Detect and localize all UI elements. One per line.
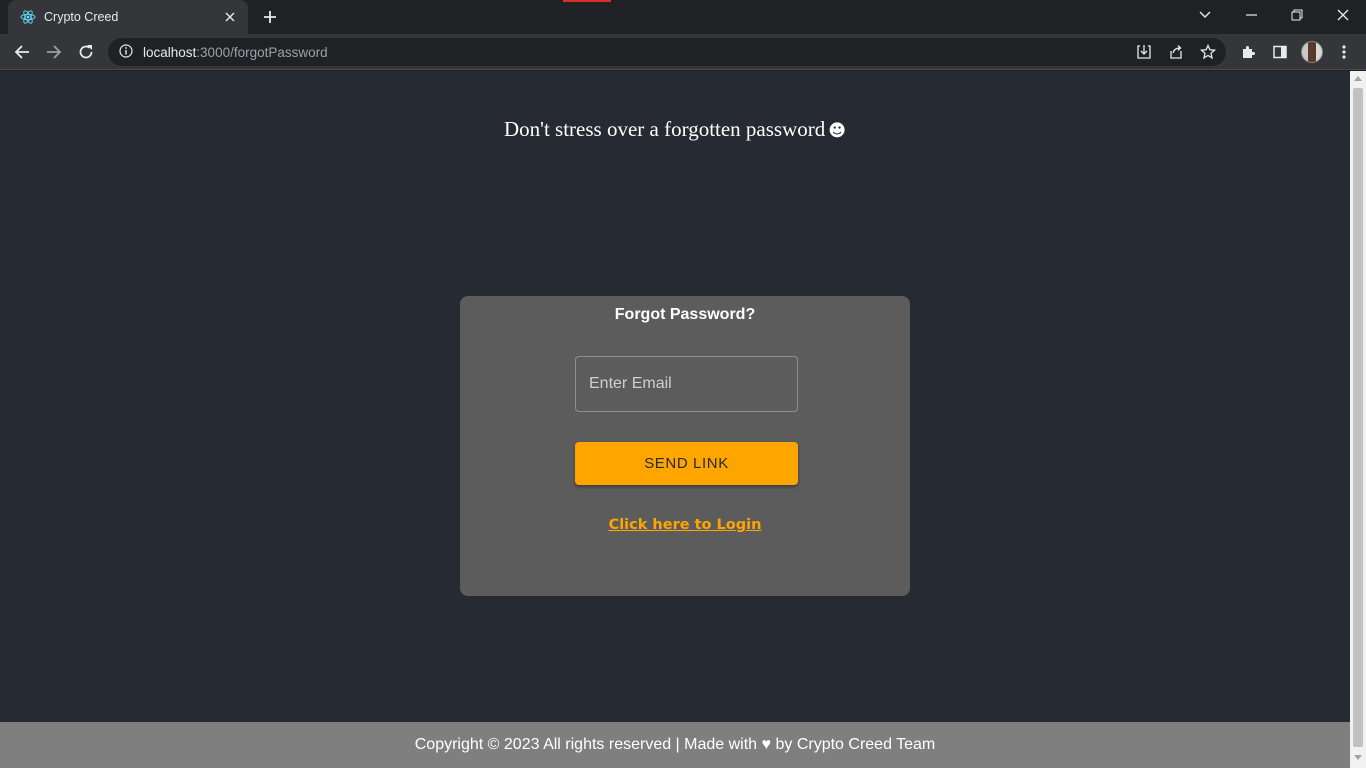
scroll-down-arrow-icon[interactable] xyxy=(1354,755,1362,760)
recording-indicator xyxy=(563,0,611,2)
forgot-password-card: Forgot Password? SEND LINK Click here to… xyxy=(460,296,910,596)
profile-avatar[interactable] xyxy=(1301,41,1323,63)
scroll-up-arrow-icon[interactable] xyxy=(1354,76,1362,81)
new-tab-icon[interactable] xyxy=(258,5,282,29)
page-viewport: Don't stress over a forgotten password ☻ … xyxy=(0,71,1350,768)
url-text: localhost:3000/forgotPassword xyxy=(143,45,328,60)
login-link[interactable]: Click here to Login xyxy=(460,517,910,533)
minimize-icon[interactable] xyxy=(1228,0,1274,30)
browser-menu-icon[interactable] xyxy=(1330,38,1358,66)
browser-tabstrip: Crypto Creed xyxy=(0,0,1366,34)
extensions-icon[interactable] xyxy=(1234,38,1262,66)
page-footer: Copyright © 2023 All rights reserved | M… xyxy=(0,722,1350,768)
side-panel-icon[interactable] xyxy=(1266,38,1294,66)
page-scrollbar[interactable] xyxy=(1350,71,1366,768)
footer-copyright: Copyright © 2023 All rights reserved | M… xyxy=(414,736,936,753)
page-headline: Don't stress over a forgotten password ☻ xyxy=(0,117,1350,142)
browser-tab[interactable]: Crypto Creed xyxy=(8,0,248,34)
url-path: :3000/forgotPassword xyxy=(196,44,328,60)
install-app-icon[interactable] xyxy=(1130,38,1158,66)
close-window-icon[interactable] xyxy=(1320,0,1366,30)
card-title: Forgot Password? xyxy=(614,306,756,323)
reload-icon[interactable] xyxy=(72,38,100,66)
send-link-button[interactable]: SEND LINK xyxy=(575,442,798,485)
headline-text: Don't stress over a forgotten password xyxy=(504,117,826,141)
share-icon[interactable] xyxy=(1162,38,1190,66)
address-bar[interactable]: localhost:3000/forgotPassword xyxy=(108,38,1226,66)
bookmark-star-icon[interactable] xyxy=(1194,38,1222,66)
site-info-icon[interactable] xyxy=(119,44,135,60)
react-icon xyxy=(20,9,36,25)
back-icon[interactable] xyxy=(8,38,36,66)
email-input[interactable] xyxy=(575,356,798,412)
scroll-thumb[interactable] xyxy=(1353,88,1363,747)
url-host: localhost xyxy=(143,44,197,60)
smiley-icon: ☻ xyxy=(828,121,846,141)
forward-icon[interactable] xyxy=(40,38,68,66)
restore-icon[interactable] xyxy=(1274,0,1320,30)
close-tab-icon[interactable] xyxy=(220,7,240,27)
tab-title: Crypto Creed xyxy=(44,10,119,24)
tab-search-icon[interactable] xyxy=(1182,0,1228,30)
browser-toolbar: localhost:3000/forgotPassword xyxy=(0,34,1366,70)
